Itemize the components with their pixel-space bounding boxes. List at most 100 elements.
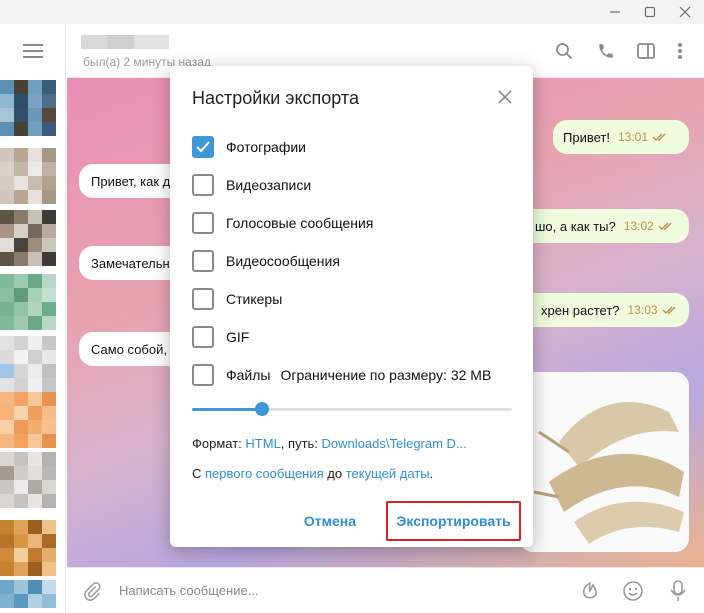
slider-handle[interactable] bbox=[255, 402, 270, 416]
outgoing-message[interactable]: хрен растет? 13:03 bbox=[507, 293, 689, 327]
chat-list-item-blurred[interactable] bbox=[0, 80, 62, 140]
double-check-icon bbox=[662, 306, 676, 314]
blur-pixel bbox=[0, 148, 14, 162]
message-text: Привет, как д bbox=[91, 173, 171, 189]
blur-pixel bbox=[42, 274, 56, 288]
chat-list-item-blurred[interactable] bbox=[0, 452, 62, 512]
option-voice-messages[interactable]: Голосовые сообщения bbox=[192, 212, 373, 234]
format-label: Формат: bbox=[192, 436, 242, 451]
blur-pixel bbox=[0, 494, 14, 508]
paperclip-icon[interactable] bbox=[79, 578, 105, 604]
blur-pixel bbox=[0, 580, 14, 594]
auto-delete-timer-icon[interactable] bbox=[577, 578, 603, 604]
sidebar-toggle-icon[interactable] bbox=[633, 38, 659, 64]
blur-pixel bbox=[14, 252, 28, 266]
blur-pixel bbox=[28, 466, 42, 480]
checkbox[interactable] bbox=[192, 212, 214, 234]
microphone-icon[interactable] bbox=[665, 578, 691, 604]
blur-pixel bbox=[14, 176, 28, 190]
chat-list-item-blurred[interactable] bbox=[0, 520, 62, 580]
minimize-icon[interactable] bbox=[598, 0, 632, 24]
phone-icon[interactable] bbox=[593, 38, 619, 64]
blur-pixel bbox=[14, 420, 28, 434]
blur-pixel bbox=[0, 420, 14, 434]
size-limit-label: Ограничение по размеру: 32 MB bbox=[280, 367, 492, 383]
blur-pixel bbox=[0, 238, 14, 252]
option-videos[interactable]: Видеозаписи bbox=[192, 174, 311, 196]
path-label: , путь: bbox=[280, 436, 318, 451]
blur-pixel bbox=[28, 420, 42, 434]
option-photos[interactable]: Фотографии bbox=[192, 136, 306, 158]
blur-pixel bbox=[0, 336, 14, 350]
checkbox[interactable] bbox=[192, 174, 214, 196]
range-suffix: . bbox=[429, 466, 434, 481]
blur-pixel bbox=[0, 210, 14, 224]
option-label: Видеозаписи bbox=[226, 177, 312, 193]
blur-pixel bbox=[0, 176, 14, 190]
outgoing-message[interactable]: шо, а как ты? 13:02 bbox=[507, 209, 689, 243]
maximize-icon[interactable] bbox=[633, 0, 667, 24]
blur-pixel bbox=[42, 190, 56, 204]
blur-pixel bbox=[42, 252, 56, 266]
checkbox[interactable] bbox=[192, 250, 214, 272]
blur-pixel bbox=[28, 480, 42, 494]
more-options-icon[interactable] bbox=[667, 38, 693, 64]
blur-pixel bbox=[28, 302, 42, 316]
photo-message[interactable] bbox=[519, 372, 689, 552]
search-icon[interactable] bbox=[551, 38, 577, 64]
blur-pixel bbox=[28, 594, 42, 608]
checkbox[interactable] bbox=[192, 288, 214, 310]
checkbox-checked[interactable] bbox=[192, 136, 214, 158]
option-stickers[interactable]: Стикеры bbox=[192, 288, 282, 310]
close-icon[interactable] bbox=[494, 86, 516, 108]
path-link[interactable]: Downloads\Telegram D... bbox=[322, 436, 467, 451]
option-video-messages[interactable]: Видеосообщения bbox=[192, 250, 340, 272]
slider-fill bbox=[192, 408, 263, 411]
size-limit-slider[interactable] bbox=[192, 402, 512, 416]
message-input[interactable]: Написать сообщение... bbox=[119, 583, 259, 598]
chat-list-item-blurred[interactable] bbox=[0, 274, 62, 334]
checkbox[interactable] bbox=[192, 364, 214, 386]
chat-list-item-blurred[interactable] bbox=[0, 392, 62, 452]
blur-pixel bbox=[42, 480, 56, 494]
export-button[interactable]: Экспортировать bbox=[386, 501, 521, 541]
option-gif[interactable]: GIF bbox=[192, 326, 249, 348]
blur-pixel bbox=[14, 580, 28, 594]
chat-list-item-blurred[interactable] bbox=[0, 210, 62, 270]
date-range-line: С первого сообщения до текущей даты. bbox=[192, 466, 433, 481]
blur-pixel bbox=[0, 466, 14, 480]
blur-pixel bbox=[42, 80, 56, 94]
chat-list-sidebar bbox=[0, 24, 66, 613]
blur-pixel bbox=[42, 594, 56, 608]
blur-pixel bbox=[42, 94, 56, 108]
chat-list-item-blurred[interactable] bbox=[0, 580, 62, 613]
cancel-button[interactable]: Отмена bbox=[292, 507, 368, 535]
outgoing-message[interactable]: Привет! 13:01 bbox=[553, 120, 689, 154]
window-titlebar bbox=[0, 0, 704, 24]
blur-pixel bbox=[0, 162, 14, 176]
blur-pixel bbox=[28, 336, 42, 350]
blur-pixel bbox=[14, 392, 28, 406]
range-from-link[interactable]: первого сообщения bbox=[205, 466, 324, 481]
format-path-line: Формат: HTML, путь: Downloads\Telegram D… bbox=[192, 436, 467, 451]
blur-pixel bbox=[42, 466, 56, 480]
blur-pixel bbox=[14, 562, 28, 576]
emoji-icon[interactable] bbox=[620, 578, 646, 604]
blur-pixel bbox=[42, 420, 56, 434]
chat-list-item-blurred[interactable] bbox=[0, 336, 62, 396]
message-text: хрен растет? bbox=[541, 302, 620, 318]
blur-pixel bbox=[42, 452, 56, 466]
checkbox[interactable] bbox=[192, 326, 214, 348]
blur-pixel bbox=[28, 148, 42, 162]
format-link[interactable]: HTML bbox=[245, 436, 280, 451]
hamburger-menu-icon[interactable] bbox=[0, 24, 66, 78]
export-settings-dialog: Настройки экспорта Фотографии Видеозапис… bbox=[170, 66, 533, 547]
contact-name-blurred[interactable] bbox=[81, 35, 169, 49]
close-icon[interactable] bbox=[668, 0, 702, 24]
message-time: 13:03 bbox=[627, 303, 658, 317]
chat-list-item-blurred[interactable] bbox=[0, 148, 62, 208]
option-files[interactable]: Файлы Ограничение по размеру: 32 MB bbox=[192, 364, 491, 386]
blur-pixel bbox=[0, 392, 14, 406]
range-to-link[interactable]: текущей даты bbox=[346, 466, 430, 481]
blur-pixel bbox=[28, 392, 42, 406]
